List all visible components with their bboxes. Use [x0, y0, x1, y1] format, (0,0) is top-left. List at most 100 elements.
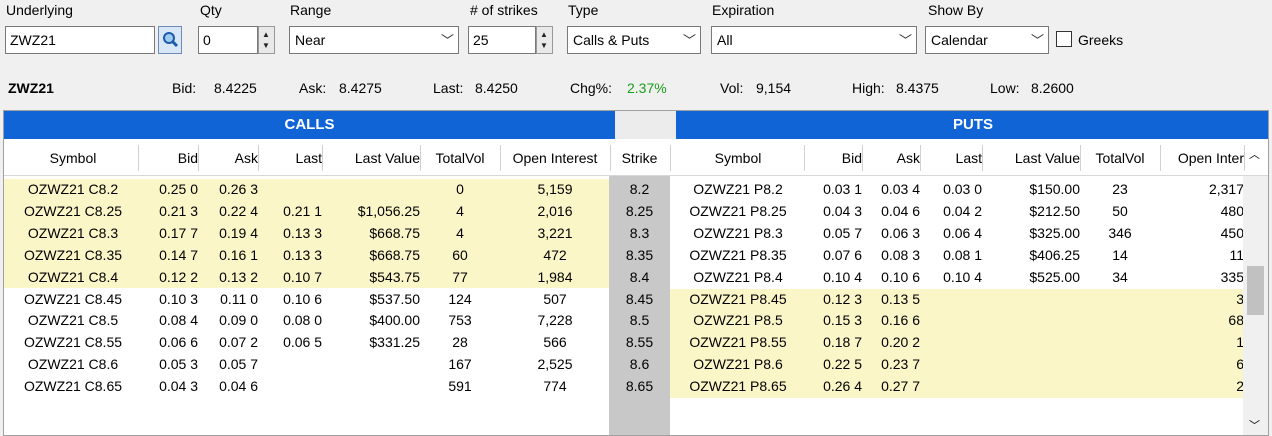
put-ask-cell[interactable]: 0.08 3	[862, 247, 920, 263]
put-ask-cell[interactable]: 0.10 6	[862, 269, 920, 285]
table-row[interactable]: OZWZ21 C8.3 0.17 7 0.19 4 0.13 3 $668.75 4 3,2…	[4, 222, 1244, 245]
header-call-open-interest[interactable]: Open Interest	[500, 150, 610, 166]
scroll-down-icon[interactable]: ﹀	[1249, 417, 1260, 433]
table-row[interactable]: OZWZ21 C8.25 0.21 3 0.22 4 0.21 1 $1,056.25 4…	[4, 200, 1244, 223]
header-put-last-value[interactable]: Last Value	[982, 150, 1080, 166]
header-put-ask[interactable]: Ask	[862, 150, 920, 166]
header-call-last[interactable]: Last	[258, 150, 322, 166]
put-ask-cell[interactable]: 0.20 2	[862, 334, 920, 350]
call-open-interest-cell[interactable]: 566	[500, 334, 610, 350]
table-row[interactable]: OZWZ21 C8.55 0.06 6 0.07 2 0.06 5 $331.25 28 5…	[4, 332, 1244, 355]
put-ask-cell[interactable]: 0.06 3	[862, 225, 920, 241]
call-last-cell[interactable]: 0.10 7	[258, 269, 322, 285]
call-ask-cell[interactable]: 0.16 1	[198, 247, 258, 263]
table-row[interactable]: OZWZ21 C8.4 0.12 2 0.13 2 0.10 7 $543.75 77 1,…	[4, 266, 1244, 289]
header-call-symbol[interactable]: Symbol	[8, 150, 138, 166]
put-symbol-cell[interactable]: OZWZ21 P8.25	[672, 203, 804, 219]
call-open-interest-cell[interactable]: 7,228	[500, 312, 610, 328]
strike-cell[interactable]: 8.4	[609, 269, 670, 285]
call-open-interest-cell[interactable]: 472	[500, 247, 610, 263]
put-bid-cell[interactable]: 0.07 6	[804, 247, 862, 263]
put-bid-cell[interactable]: 0.10 4	[804, 269, 862, 285]
call-last-value-cell[interactable]: $400.00	[322, 312, 420, 328]
call-last-value-cell[interactable]: $543.75	[322, 269, 420, 285]
call-bid-cell[interactable]: 0.10 3	[138, 291, 198, 307]
call-last-cell[interactable]: 0.21 1	[258, 203, 322, 219]
header-call-last-value[interactable]: Last Value	[322, 150, 420, 166]
put-last-value-cell[interactable]: $525.00	[982, 269, 1080, 285]
put-totalvol-cell[interactable]: 14	[1080, 247, 1160, 263]
call-symbol-cell[interactable]: OZWZ21 C8.2	[8, 181, 138, 197]
put-totalvol-cell[interactable]: 50	[1080, 203, 1160, 219]
scrollbar-thumb[interactable]	[1247, 266, 1264, 315]
strike-cell[interactable]: 8.3	[609, 225, 670, 241]
call-symbol-cell[interactable]: OZWZ21 C8.3	[8, 225, 138, 241]
put-open-interest-cell[interactable]: 2	[1160, 378, 1244, 394]
search-button[interactable]	[158, 26, 182, 54]
spinner-up-icon[interactable]: ▲	[540, 31, 548, 39]
put-bid-cell[interactable]: 0.15 3	[804, 312, 862, 328]
call-ask-cell[interactable]: 0.07 2	[198, 334, 258, 350]
call-bid-cell[interactable]: 0.25 0	[138, 181, 198, 197]
spinner-down-icon[interactable]: ▼	[540, 42, 548, 50]
put-last-value-cell[interactable]: $406.25	[982, 247, 1080, 263]
call-symbol-cell[interactable]: OZWZ21 C8.5	[8, 312, 138, 328]
put-ask-cell[interactable]: 0.23 7	[862, 356, 920, 372]
call-open-interest-cell[interactable]: 774	[500, 378, 610, 394]
call-last-cell[interactable]: 0.08 0	[258, 312, 322, 328]
put-bid-cell[interactable]: 0.22 5	[804, 356, 862, 372]
call-symbol-cell[interactable]: OZWZ21 C8.6	[8, 356, 138, 372]
greeks-checkbox[interactable]	[1056, 31, 1072, 47]
put-totalvol-cell[interactable]: 346	[1080, 225, 1160, 241]
spinner-up-icon[interactable]: ▲	[262, 31, 270, 39]
call-open-interest-cell[interactable]: 2,016	[500, 203, 610, 219]
strikes-input[interactable]: 25	[468, 26, 536, 54]
call-bid-cell[interactable]: 0.06 6	[138, 334, 198, 350]
call-bid-cell[interactable]: 0.14 7	[138, 247, 198, 263]
put-symbol-cell[interactable]: OZWZ21 P8.35	[672, 247, 804, 263]
put-last-cell[interactable]: 0.08 1	[920, 247, 982, 263]
underlying-input[interactable]: ZWZ21	[5, 26, 155, 54]
call-last-cell[interactable]: 0.13 3	[258, 247, 322, 263]
put-bid-cell[interactable]: 0.05 7	[804, 225, 862, 241]
call-totalvol-cell[interactable]: 4	[420, 225, 500, 241]
call-last-cell[interactable]: 0.13 3	[258, 225, 322, 241]
put-symbol-cell[interactable]: OZWZ21 P8.3	[672, 225, 804, 241]
strikes-spinner[interactable]: ▲ ▼	[536, 26, 553, 54]
call-symbol-cell[interactable]: OZWZ21 C8.45	[8, 291, 138, 307]
put-ask-cell[interactable]: 0.16 6	[862, 312, 920, 328]
call-last-value-cell[interactable]: $1,056.25	[322, 203, 420, 219]
call-ask-cell[interactable]: 0.26 3	[198, 181, 258, 197]
option-chain-grid[interactable]: CALLS PUTS Symbol Bid Ask Last Last Value Tot…	[3, 110, 1269, 436]
strike-cell[interactable]: 8.65	[609, 378, 670, 394]
put-symbol-cell[interactable]: OZWZ21 P8.2	[672, 181, 804, 197]
put-open-interest-cell[interactable]: 2,317	[1160, 181, 1244, 197]
put-open-interest-cell[interactable]: 6	[1160, 356, 1244, 372]
call-bid-cell[interactable]: 0.12 2	[138, 269, 198, 285]
call-bid-cell[interactable]: 0.04 3	[138, 378, 198, 394]
put-symbol-cell[interactable]: OZWZ21 P8.5	[672, 312, 804, 328]
showby-select[interactable]: Calendar ﹀	[925, 26, 1049, 54]
put-bid-cell[interactable]: 0.04 3	[804, 203, 862, 219]
strike-cell[interactable]: 8.45	[609, 291, 670, 307]
call-totalvol-cell[interactable]: 0	[420, 181, 500, 197]
header-put-symbol[interactable]: Symbol	[672, 150, 804, 166]
put-totalvol-cell[interactable]: 34	[1080, 269, 1160, 285]
call-open-interest-cell[interactable]: 507	[500, 291, 610, 307]
put-ask-cell[interactable]: 0.03 4	[862, 181, 920, 197]
call-ask-cell[interactable]: 0.05 7	[198, 356, 258, 372]
table-row[interactable]: OZWZ21 C8.6 0.05 3 0.05 7 167 2,525 8.6 OZWZ21…	[4, 354, 1244, 377]
put-ask-cell[interactable]: 0.27 7	[862, 378, 920, 394]
call-bid-cell[interactable]: 0.21 3	[138, 203, 198, 219]
strike-cell[interactable]: 8.6	[609, 356, 670, 372]
put-open-interest-cell[interactable]: 450	[1160, 225, 1244, 241]
call-last-cell[interactable]: 0.10 6	[258, 291, 322, 307]
put-symbol-cell[interactable]: OZWZ21 P8.45	[672, 291, 804, 307]
range-select[interactable]: Near ﹀	[289, 26, 459, 54]
put-totalvol-cell[interactable]: 23	[1080, 181, 1160, 197]
table-row[interactable]: OZWZ21 C8.45 0.10 3 0.11 0 0.10 6 $537.50 124…	[4, 288, 1244, 311]
call-ask-cell[interactable]: 0.09 0	[198, 312, 258, 328]
call-totalvol-cell[interactable]: 591	[420, 378, 500, 394]
put-open-interest-cell[interactable]: 11	[1160, 247, 1244, 263]
put-last-cell[interactable]: 0.04 2	[920, 203, 982, 219]
